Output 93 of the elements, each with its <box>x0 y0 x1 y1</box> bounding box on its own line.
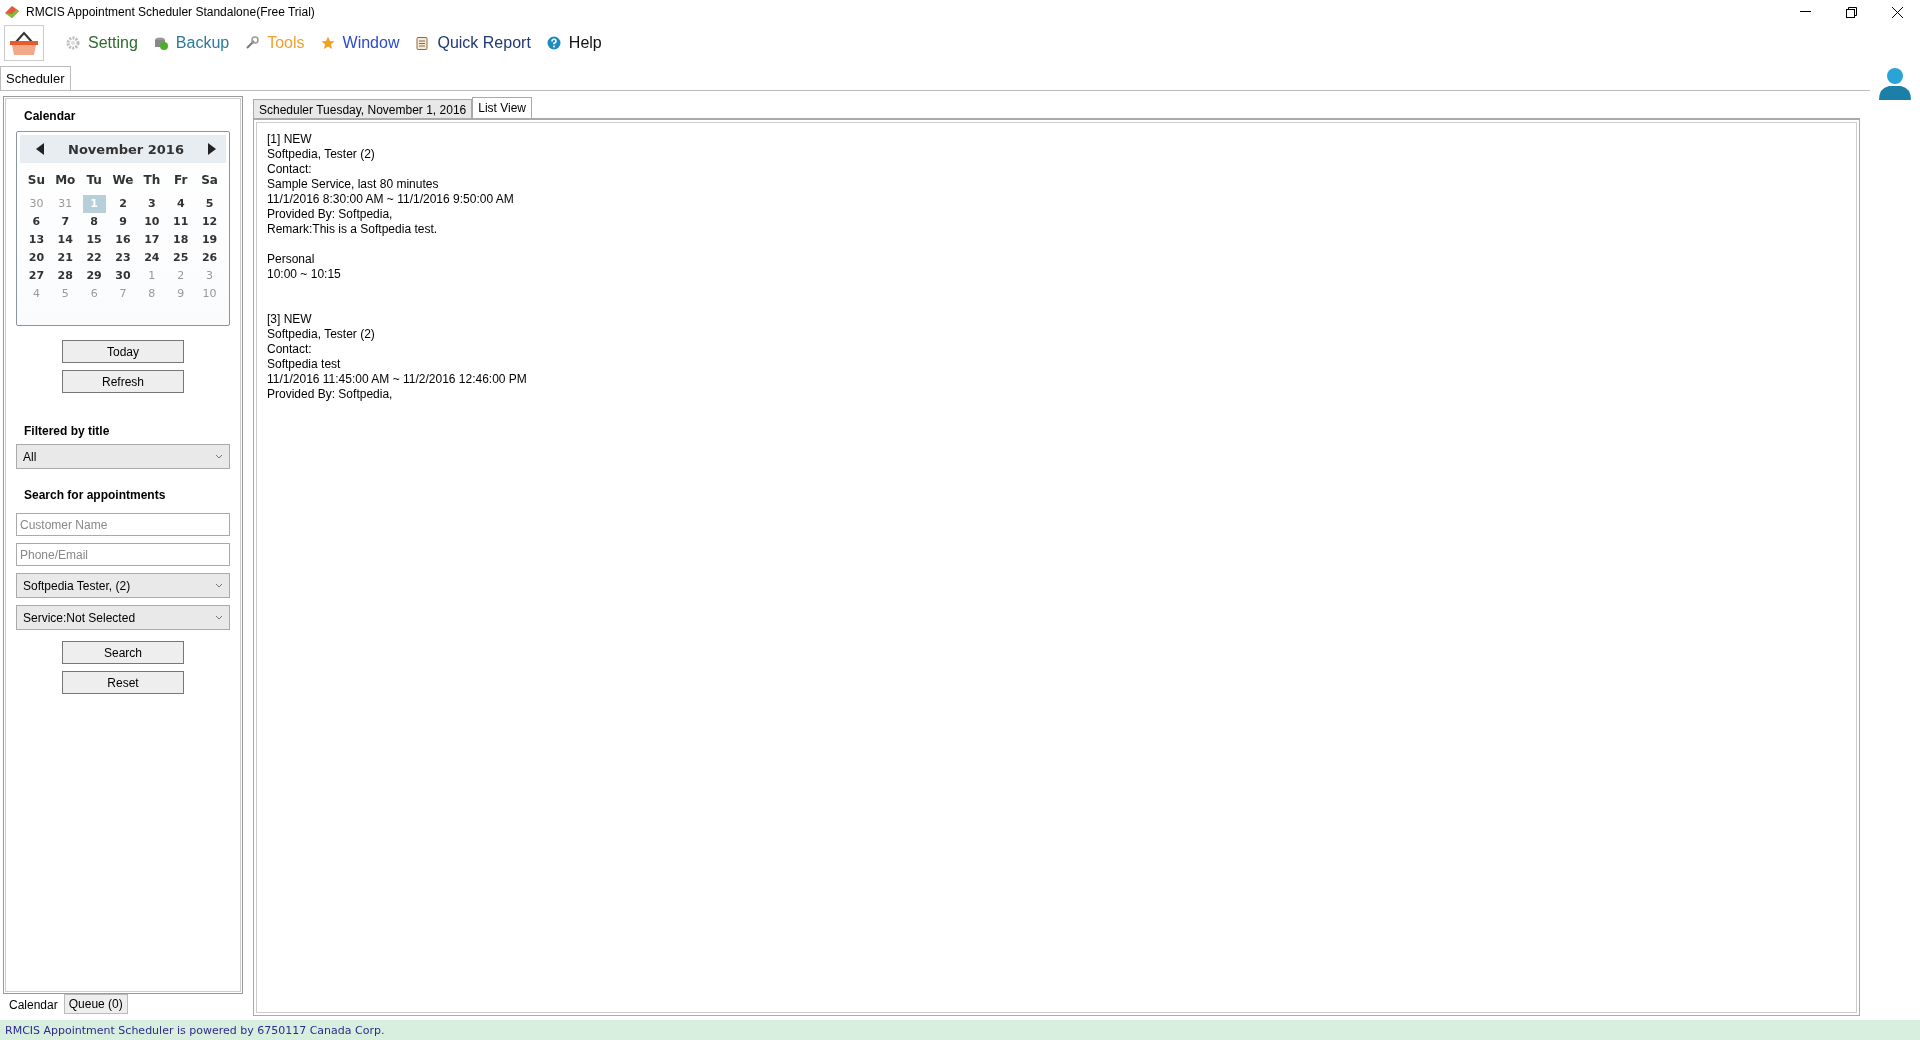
help-icon <box>546 36 561 50</box>
calendar-day[interactable]: 7 <box>53 213 77 231</box>
appointment-text: Softpedia, Tester (2) <box>267 327 376 342</box>
calendar-day[interactable]: 2 <box>111 195 135 213</box>
calendar-day[interactable]: 23 <box>111 249 135 267</box>
calendar-day[interactable]: 9 <box>111 213 135 231</box>
section-title: Filtered by title <box>24 424 111 438</box>
menu-item[interactable]: Backup <box>145 34 238 52</box>
window-title: RMCIS Appointment Scheduler Standalone(Free Trial) <box>26 5 316 19</box>
previous-month-icon[interactable] <box>36 143 45 155</box>
calendar-day[interactable]: 19 <box>198 231 221 249</box>
menu-item[interactable]: Window <box>312 34 408 52</box>
calendar-day[interactable]: 29 <box>82 267 106 285</box>
calendar-day[interactable]: 13 <box>25 231 48 249</box>
user-icon[interactable] <box>1877 66 1913 102</box>
calendar-day[interactable]: 4 <box>169 195 193 213</box>
chevron-down-icon <box>215 454 223 459</box>
calendar-day[interactable]: 6 <box>25 213 48 231</box>
tab[interactable]: Queue (0) <box>63 994 128 1014</box>
calendar-day[interactable]: 26 <box>198 249 221 267</box>
weekday-label: Fr <box>173 172 189 189</box>
calendar-day[interactable]: 30 <box>111 267 135 285</box>
menu-item[interactable]: Quick Report <box>407 34 539 52</box>
close-icon[interactable] <box>1891 6 1903 18</box>
calendar-day[interactable]: 17 <box>140 231 164 249</box>
appointment-text: 11/1/2016 11:45:00 AM ~ 11/2/2016 12:46:00 PM <box>267 372 528 387</box>
calendar-day[interactable]: 21 <box>53 249 77 267</box>
tab[interactable]: List View <box>472 97 533 118</box>
dropdown[interactable]: Softpedia Tester, (2) <box>16 573 230 598</box>
chevron-down-icon <box>215 583 223 588</box>
appointment-text: Sample Service, last 80 minutes <box>267 177 440 192</box>
database-icon <box>153 36 168 50</box>
restore-icon[interactable] <box>1845 6 1857 18</box>
weekday-label: Su <box>26 172 46 189</box>
calendar-day[interactable]: 20 <box>25 249 48 267</box>
calendar-day[interactable]: 22 <box>82 249 106 267</box>
weekday-label: We <box>111 172 135 189</box>
appointment-text: [1] NEW <box>267 132 313 147</box>
status-text: RMCIS Appointment Scheduler is powered by 6750117 Canada Corp. <box>0 1020 1920 1040</box>
today-button[interactable]: Today <box>62 340 184 363</box>
input-field[interactable]: Customer Name <box>16 513 230 536</box>
gear-icon <box>66 36 80 50</box>
calendar-day[interactable]: 25 <box>169 249 193 267</box>
appointment-text: Remark:This is a Softpedia test. <box>267 222 439 237</box>
appointment-text: Contact: <box>267 162 313 177</box>
menu-item[interactable]: Help <box>538 34 610 52</box>
calendar-day[interactable]: 5 <box>198 195 221 213</box>
weekday-label: Tu <box>85 172 103 189</box>
dropdown[interactable]: All <box>16 444 230 469</box>
calendar[interactable]: November 2016 Su Mo Tu We Th Fr Sa 30 31 1 2 3 4 5 6 7 8 9 10 11 12 13 14 15 16 17 18 19 20 21 22 23 24 25 26 27 28 29 30 1 2 3 4 5 6 7 8 9 10 <box>16 131 230 326</box>
input-field[interactable]: Phone/Email <box>16 543 230 566</box>
calendar-day[interactable]: 15 <box>82 231 106 249</box>
weekday-label: Sa <box>200 172 219 189</box>
menu-item[interactable]: Setting <box>58 34 146 52</box>
appointment-text: [3] NEW <box>267 312 313 327</box>
calendar-day[interactable]: 12 <box>198 213 221 231</box>
calendar-day[interactable]: 18 <box>169 231 193 249</box>
weekday-label: Th <box>142 172 162 189</box>
calendar-day[interactable]: 11 <box>169 213 193 231</box>
weekday-label: Mo <box>54 172 77 189</box>
calendar-day[interactable]: 14 <box>53 231 77 249</box>
appointment-text: Contact: <box>267 342 313 357</box>
calendar-day[interactable]: 24 <box>140 249 164 267</box>
section-title: Search for appointments <box>24 488 167 502</box>
chevron-down-icon <box>215 615 223 620</box>
calendar-month: November 2016 <box>68 141 184 157</box>
tab[interactable]: Scheduler <box>0 66 71 90</box>
star-icon <box>320 36 335 50</box>
calendar-day[interactable]: 28 <box>53 267 77 285</box>
appointment-text: Provided By: Softpedia, <box>267 207 394 222</box>
app-icon <box>4 4 20 20</box>
reset-button[interactable]: Reset <box>62 671 184 694</box>
calendar-day[interactable]: 10 <box>140 213 164 231</box>
appointment-text: 11/1/2016 8:30:00 AM ~ 11/1/2016 9:50:00 AM <box>267 192 515 207</box>
clipboard-icon <box>415 36 430 50</box>
basket-logo-button[interactable] <box>4 25 44 61</box>
minimize-icon[interactable] <box>1799 11 1811 13</box>
calendar-day[interactable]: 8 <box>82 213 106 231</box>
appointment-text: Softpedia, Tester (2) <box>267 147 376 162</box>
appointment-text: 10:00 ~ 10:15 <box>267 267 342 282</box>
tab[interactable]: Scheduler Tuesday, November 1, 2016 <box>253 99 473 118</box>
search-button[interactable]: Search <box>62 641 184 664</box>
section-title: Calendar <box>24 109 77 123</box>
dropdown[interactable]: Service:Not Selected <box>16 605 230 630</box>
appointment-text: Provided By: Softpedia, <box>267 387 394 402</box>
next-month-icon[interactable] <box>207 143 216 155</box>
calendar-day[interactable]: 27 <box>25 267 48 285</box>
refresh-button[interactable]: Refresh <box>62 370 184 393</box>
wrench-icon <box>245 36 260 50</box>
calendar-day[interactable]: 16 <box>111 231 135 249</box>
calendar-day[interactable]: 3 <box>140 195 164 213</box>
appointment-text: Personal <box>267 252 316 267</box>
appointment-text: Softpedia test <box>267 357 342 372</box>
